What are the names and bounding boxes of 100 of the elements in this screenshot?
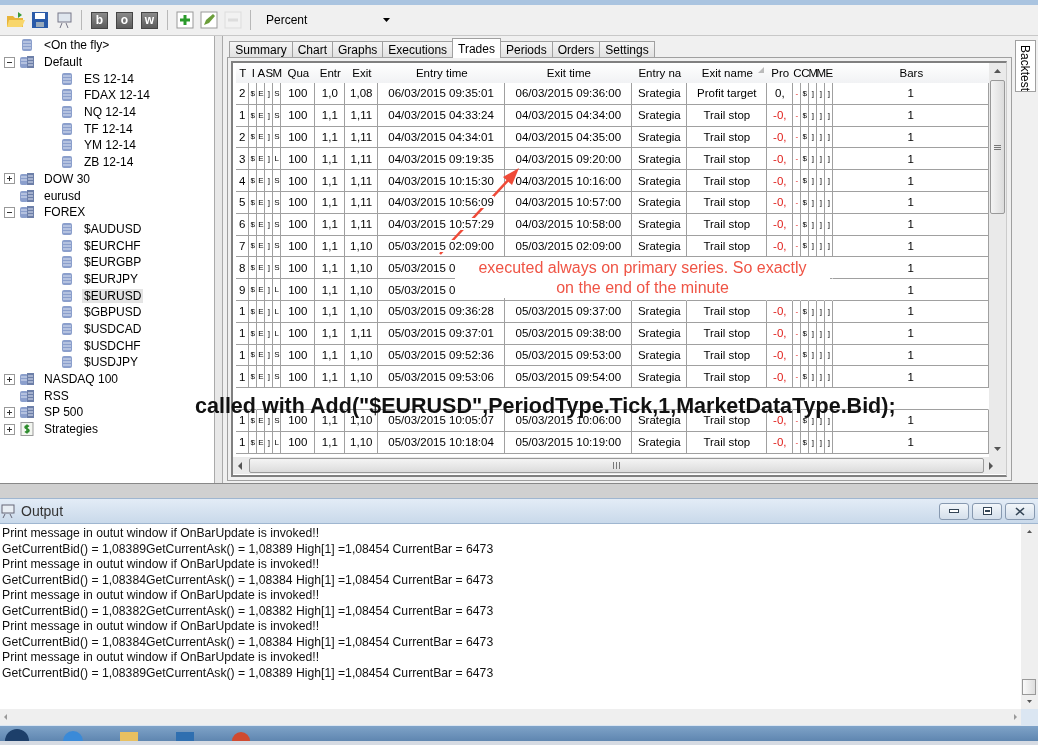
tree-item[interactable]: $USDCAD [82, 322, 144, 337]
column-header[interactable]: Entr [315, 63, 346, 83]
scroll-thumb[interactable] [249, 458, 985, 473]
toolbar-button[interactable]: w [141, 11, 158, 29]
tree-item[interactable]: $AUDUSD [82, 221, 144, 236]
table-cell: -0, [773, 370, 787, 383]
scroll-thumb[interactable] [990, 80, 1006, 214]
toolbar-button[interactable]: o [116, 11, 133, 29]
tree-item[interactable]: FOREX [42, 205, 88, 220]
database-icon [60, 355, 74, 370]
maximize-button[interactable] [972, 502, 1002, 520]
column-header[interactable]: M [817, 63, 826, 83]
database-icon [60, 288, 74, 303]
collapse-icon[interactable] [4, 206, 15, 218]
table-cell: Srategia [637, 196, 681, 209]
column-header[interactable]: A [257, 63, 266, 83]
tree-item[interactable]: $EURGBP [82, 255, 144, 270]
table-cell: 1,1 [321, 327, 338, 340]
expand-icon[interactable] [4, 406, 15, 418]
vertical-scrollbar[interactable] [1021, 524, 1038, 709]
column-header[interactable]: S [265, 63, 274, 83]
tree-item[interactable]: $USDCHF [82, 338, 143, 353]
tree-item[interactable]: DOW 30 [42, 171, 92, 186]
column-header[interactable]: Entry na [632, 63, 688, 83]
tree-item[interactable]: ZB 12-14 [82, 155, 136, 170]
table-cell: E [258, 110, 264, 120]
table-cell: ] [819, 328, 822, 338]
table-cell: $ [802, 372, 808, 382]
tree-item[interactable]: Strategies [42, 422, 101, 437]
dropdown[interactable]: Percent [262, 11, 394, 29]
toolbar-button[interactable]: b [91, 11, 108, 29]
tree-item[interactable]: RSS [42, 388, 71, 403]
add-icon[interactable] [175, 10, 195, 30]
side-tab[interactable]: Backtest [1015, 40, 1036, 92]
table-cell: $ [802, 132, 808, 142]
column-header[interactable]: Exit [345, 63, 379, 83]
column-header[interactable]: C [793, 63, 802, 83]
tree-item[interactable]: YM 12-14 [82, 138, 139, 153]
table-cell: -0, [773, 414, 787, 427]
tree-item[interactable]: Default [42, 55, 85, 70]
column-header[interactable]: Exit name [687, 63, 768, 83]
pencil-icon[interactable] [199, 10, 219, 30]
tree-item[interactable]: NQ 12-14 [82, 105, 139, 120]
vertical-scrollbar[interactable] [989, 63, 1007, 457]
tree-item[interactable]: $USDJPY [82, 355, 141, 370]
start-orb-icon[interactable] [4, 726, 30, 741]
table-cell: 04/03/2015 10:57:29 [388, 218, 494, 231]
table-cell: $ [802, 306, 808, 316]
table-cell: 1,1 [321, 305, 338, 318]
table-cell: ] [267, 219, 270, 229]
tree-item[interactable]: $EURCHF [82, 238, 143, 253]
expand-icon[interactable] [4, 423, 15, 435]
scroll-thumb[interactable] [1022, 679, 1036, 695]
column-header[interactable]: Qua [281, 63, 316, 83]
table-cell: Srategia [637, 327, 681, 340]
table-cell: $ [802, 176, 808, 186]
tree-item[interactable]: eurusd [42, 188, 83, 203]
tab[interactable]: Trades [452, 38, 501, 58]
database-list-icon [20, 205, 34, 220]
database-icon [60, 271, 74, 286]
column-header[interactable]: T [236, 63, 250, 83]
table-cell: E [258, 437, 264, 447]
table-cell: Srategia [637, 87, 681, 100]
column-header[interactable]: M [809, 63, 818, 83]
expand-icon[interactable] [4, 373, 15, 385]
collapse-icon[interactable] [4, 56, 15, 68]
column-header[interactable]: Entry time [378, 63, 506, 83]
tree-item[interactable]: $EURUSD [82, 288, 144, 303]
table-cell: E [258, 197, 264, 207]
column-header[interactable]: M [273, 63, 282, 83]
table-cell: ] [811, 350, 814, 360]
table-cell: ] [267, 176, 270, 186]
column-header[interactable]: Pro [767, 63, 794, 83]
table-cell: ] [811, 176, 814, 186]
tree-item[interactable]: NASDAQ 100 [42, 372, 121, 387]
expand-icon[interactable] [4, 173, 15, 185]
column-header[interactable]: E [825, 63, 834, 83]
table-cell: 1 [239, 414, 246, 427]
table-cell: 1 [907, 131, 914, 143]
table-cell: ] [819, 437, 822, 447]
tree-item[interactable]: ES 12-14 [82, 71, 137, 86]
tree-item[interactable]: <On the fly> [42, 38, 112, 53]
tree-item[interactable]: FDAX 12-14 [82, 88, 153, 103]
horizontal-scrollbar[interactable] [233, 457, 1007, 474]
tree-item[interactable]: $GBPUSD [82, 305, 144, 320]
save-icon[interactable] [30, 10, 50, 30]
table-cell: L [274, 328, 280, 338]
column-header[interactable]: I [249, 63, 258, 83]
column-header[interactable]: Bars [833, 63, 990, 83]
table-cell: 100 [288, 348, 308, 361]
tree-item[interactable]: TF 12-14 [82, 121, 135, 136]
tree-item[interactable]: $EURJPY [82, 271, 141, 286]
database-icon [60, 71, 74, 86]
close-button[interactable] [1005, 502, 1035, 520]
column-header[interactable]: Exit time [505, 63, 633, 83]
minimize-button[interactable] [939, 502, 969, 520]
window-title: Output [21, 503, 65, 519]
tree-item[interactable]: SP 500 [42, 405, 86, 420]
output-line: GetCurrentBid() = 1,08389GetCurrentAsk() = 1,08389 High[1] =1,08454 CurrentBar = 6473 [2, 541, 495, 557]
column-header[interactable]: C [801, 63, 810, 83]
